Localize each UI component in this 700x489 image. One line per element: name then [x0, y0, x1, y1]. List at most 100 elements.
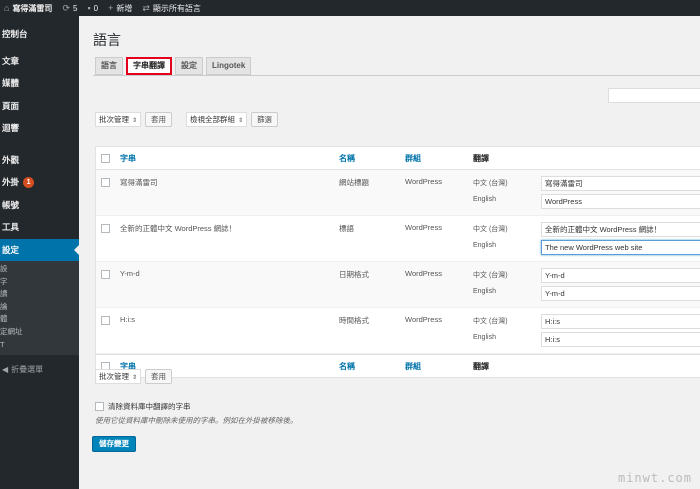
- menu-comments[interactable]: 迴響: [0, 117, 79, 140]
- group-cell: WordPress: [405, 223, 442, 232]
- group-filter-select[interactable]: 檢視全部群組 ⇕: [186, 112, 248, 127]
- column-translation: 翻譯: [473, 153, 489, 163]
- name-cell: 網站標題: [339, 178, 369, 187]
- submenu-item[interactable]: 定網址: [0, 326, 79, 339]
- name-cell: 時間格式: [339, 316, 369, 325]
- admin-sidebar: 控制台 文章 媒體 頁面 迴響 外觀 外掛 1 帳號 工具 設定 設 字 讀 論…: [0, 16, 79, 489]
- updown-arrow-icon: ⇕: [132, 118, 138, 124]
- admin-bar: ⌂ 寫得滿雷司 ⟳ 5 ▪ 0 + 新增 ⇄ 顯示所有語言: [0, 0, 700, 16]
- language-switcher[interactable]: ⇄ 顯示所有語言: [137, 0, 206, 16]
- clean-label: 清除資料庫中翻譯的字串: [108, 402, 191, 411]
- tab-settings[interactable]: 設定: [175, 57, 203, 75]
- collapse-menu-button[interactable]: ◀ 折疊選單: [0, 359, 79, 379]
- menu-dashboard[interactable]: 控制台: [0, 23, 79, 46]
- tab-divider: [93, 75, 700, 76]
- column-name[interactable]: 名稱: [339, 361, 355, 372]
- translation-input[interactable]: The new WordPress web site: [541, 240, 700, 255]
- bulk-action-select[interactable]: 批次管理 ⇕: [95, 112, 142, 127]
- updown-arrow-icon: ⇕: [132, 375, 138, 381]
- new-label: 新增: [116, 3, 133, 13]
- table-row: Y-m-d 日期格式 WordPress 中文 (台灣) Y-m-d Engli…: [96, 262, 700, 308]
- menu-label: 控制台: [2, 29, 28, 40]
- row-checkbox[interactable]: [101, 270, 110, 279]
- language-label: 中文 (台灣): [473, 272, 508, 279]
- menu-pages[interactable]: 頁面: [0, 95, 79, 118]
- string-cell: 寫得滿雷司: [120, 178, 158, 187]
- site-name-link[interactable]: ⌂ 寫得滿雷司: [0, 0, 57, 16]
- refresh-icon: ⟳: [62, 2, 70, 13]
- menu-label: 帳號: [2, 199, 20, 210]
- comments-link[interactable]: ▪ 0: [82, 0, 103, 16]
- menu-label: 工具: [2, 222, 20, 233]
- menu-plugins[interactable]: 外掛 1: [0, 171, 79, 194]
- translation-input[interactable]: H:i:s: [541, 314, 700, 329]
- bulk-action-select[interactable]: 批次管理 ⇕: [95, 369, 142, 384]
- menu-settings[interactable]: 設定: [0, 238, 79, 261]
- column-translation: 翻譯: [473, 361, 489, 371]
- column-group[interactable]: 群組: [405, 361, 421, 372]
- menu-appearance[interactable]: 外觀: [0, 149, 79, 172]
- translation-input[interactable]: H:i:s: [541, 332, 700, 347]
- language-label: 中文 (台灣): [473, 318, 508, 325]
- translation-input[interactable]: 全新的正體中文 WordPress 網誌！: [541, 222, 700, 237]
- menu-label: 迴響: [2, 123, 20, 134]
- submenu-item[interactable]: 設: [0, 263, 79, 276]
- tab-languages[interactable]: 語言: [95, 57, 123, 75]
- column-string[interactable]: 字串: [120, 153, 136, 164]
- apply-button[interactable]: 套用: [145, 112, 173, 127]
- submenu-item[interactable]: T: [0, 339, 79, 352]
- comments-count: 0: [93, 3, 99, 13]
- group-cell: WordPress: [405, 315, 442, 324]
- filter-button[interactable]: 篩選: [251, 112, 279, 127]
- row-checkbox[interactable]: [101, 224, 110, 233]
- menu-posts[interactable]: 文章: [0, 50, 79, 73]
- translation-input[interactable]: 寫得滿雷司: [541, 176, 700, 191]
- row-checkbox[interactable]: [101, 178, 110, 187]
- translation-input[interactable]: Y-m-d: [541, 268, 700, 283]
- collapse-label: 折疊選單: [11, 364, 44, 374]
- bulk-action-value: 批次管理: [99, 372, 129, 381]
- clean-description: 使用它從資料庫中刪除未使用的字串。例如在外掛被移除後。: [95, 416, 298, 425]
- table-row: H:i:s 時間格式 WordPress 中文 (台灣) H:i:s Engli…: [96, 308, 700, 354]
- language-label: English: [473, 242, 496, 249]
- apply-button[interactable]: 套用: [145, 369, 173, 384]
- new-content-link[interactable]: + 新增: [103, 0, 137, 16]
- search-input[interactable]: [608, 88, 700, 103]
- submenu-item[interactable]: 讀: [0, 288, 79, 301]
- translate-icon: ⇄: [142, 2, 150, 13]
- tab-lingotek[interactable]: Lingotek: [206, 57, 252, 75]
- updown-arrow-icon: ⇕: [238, 118, 244, 124]
- row-checkbox[interactable]: [101, 316, 110, 325]
- menu-label: 頁面: [2, 100, 20, 111]
- watermark: minwt.com: [617, 471, 692, 485]
- submenu-item[interactable]: 論: [0, 301, 79, 314]
- updates-count: 5: [72, 3, 78, 13]
- menu-media[interactable]: 媒體: [0, 72, 79, 95]
- save-changes-button[interactable]: 儲存變更: [92, 436, 136, 452]
- select-all-checkbox[interactable]: [101, 153, 110, 163]
- tab-strings-translation[interactable]: 字串翻譯: [126, 57, 172, 75]
- column-group[interactable]: 群組: [405, 153, 421, 164]
- menu-label: 文章: [2, 55, 20, 66]
- translation-input[interactable]: WordPress: [541, 194, 700, 209]
- language-label: 中文 (台灣): [473, 180, 508, 187]
- submenu-item[interactable]: 體: [0, 313, 79, 326]
- clean-checkbox[interactable]: [95, 402, 104, 411]
- menu-label: 媒體: [2, 78, 20, 89]
- group-filter-value: 檢視全部群組: [190, 115, 236, 124]
- group-cell: WordPress: [405, 269, 442, 278]
- site-name: 寫得滿雷司: [12, 3, 53, 13]
- column-name[interactable]: 名稱: [339, 153, 355, 164]
- language-label: English: [473, 334, 496, 341]
- menu-label: 設定: [2, 244, 20, 255]
- updates-link[interactable]: ⟳ 5: [57, 0, 82, 16]
- submenu-item[interactable]: 字: [0, 276, 79, 289]
- string-cell: 全新的正體中文 WordPress 網誌！: [120, 224, 237, 233]
- translation-input[interactable]: Y-m-d: [541, 286, 700, 301]
- menu-tools[interactable]: 工具: [0, 216, 79, 239]
- bulk-action-value: 批次管理: [99, 115, 129, 124]
- clean-option: 清除資料庫中翻譯的字串: [95, 401, 191, 412]
- menu-label: 外觀: [2, 154, 20, 165]
- string-cell: H:i:s: [120, 315, 135, 324]
- menu-users[interactable]: 帳號: [0, 194, 79, 217]
